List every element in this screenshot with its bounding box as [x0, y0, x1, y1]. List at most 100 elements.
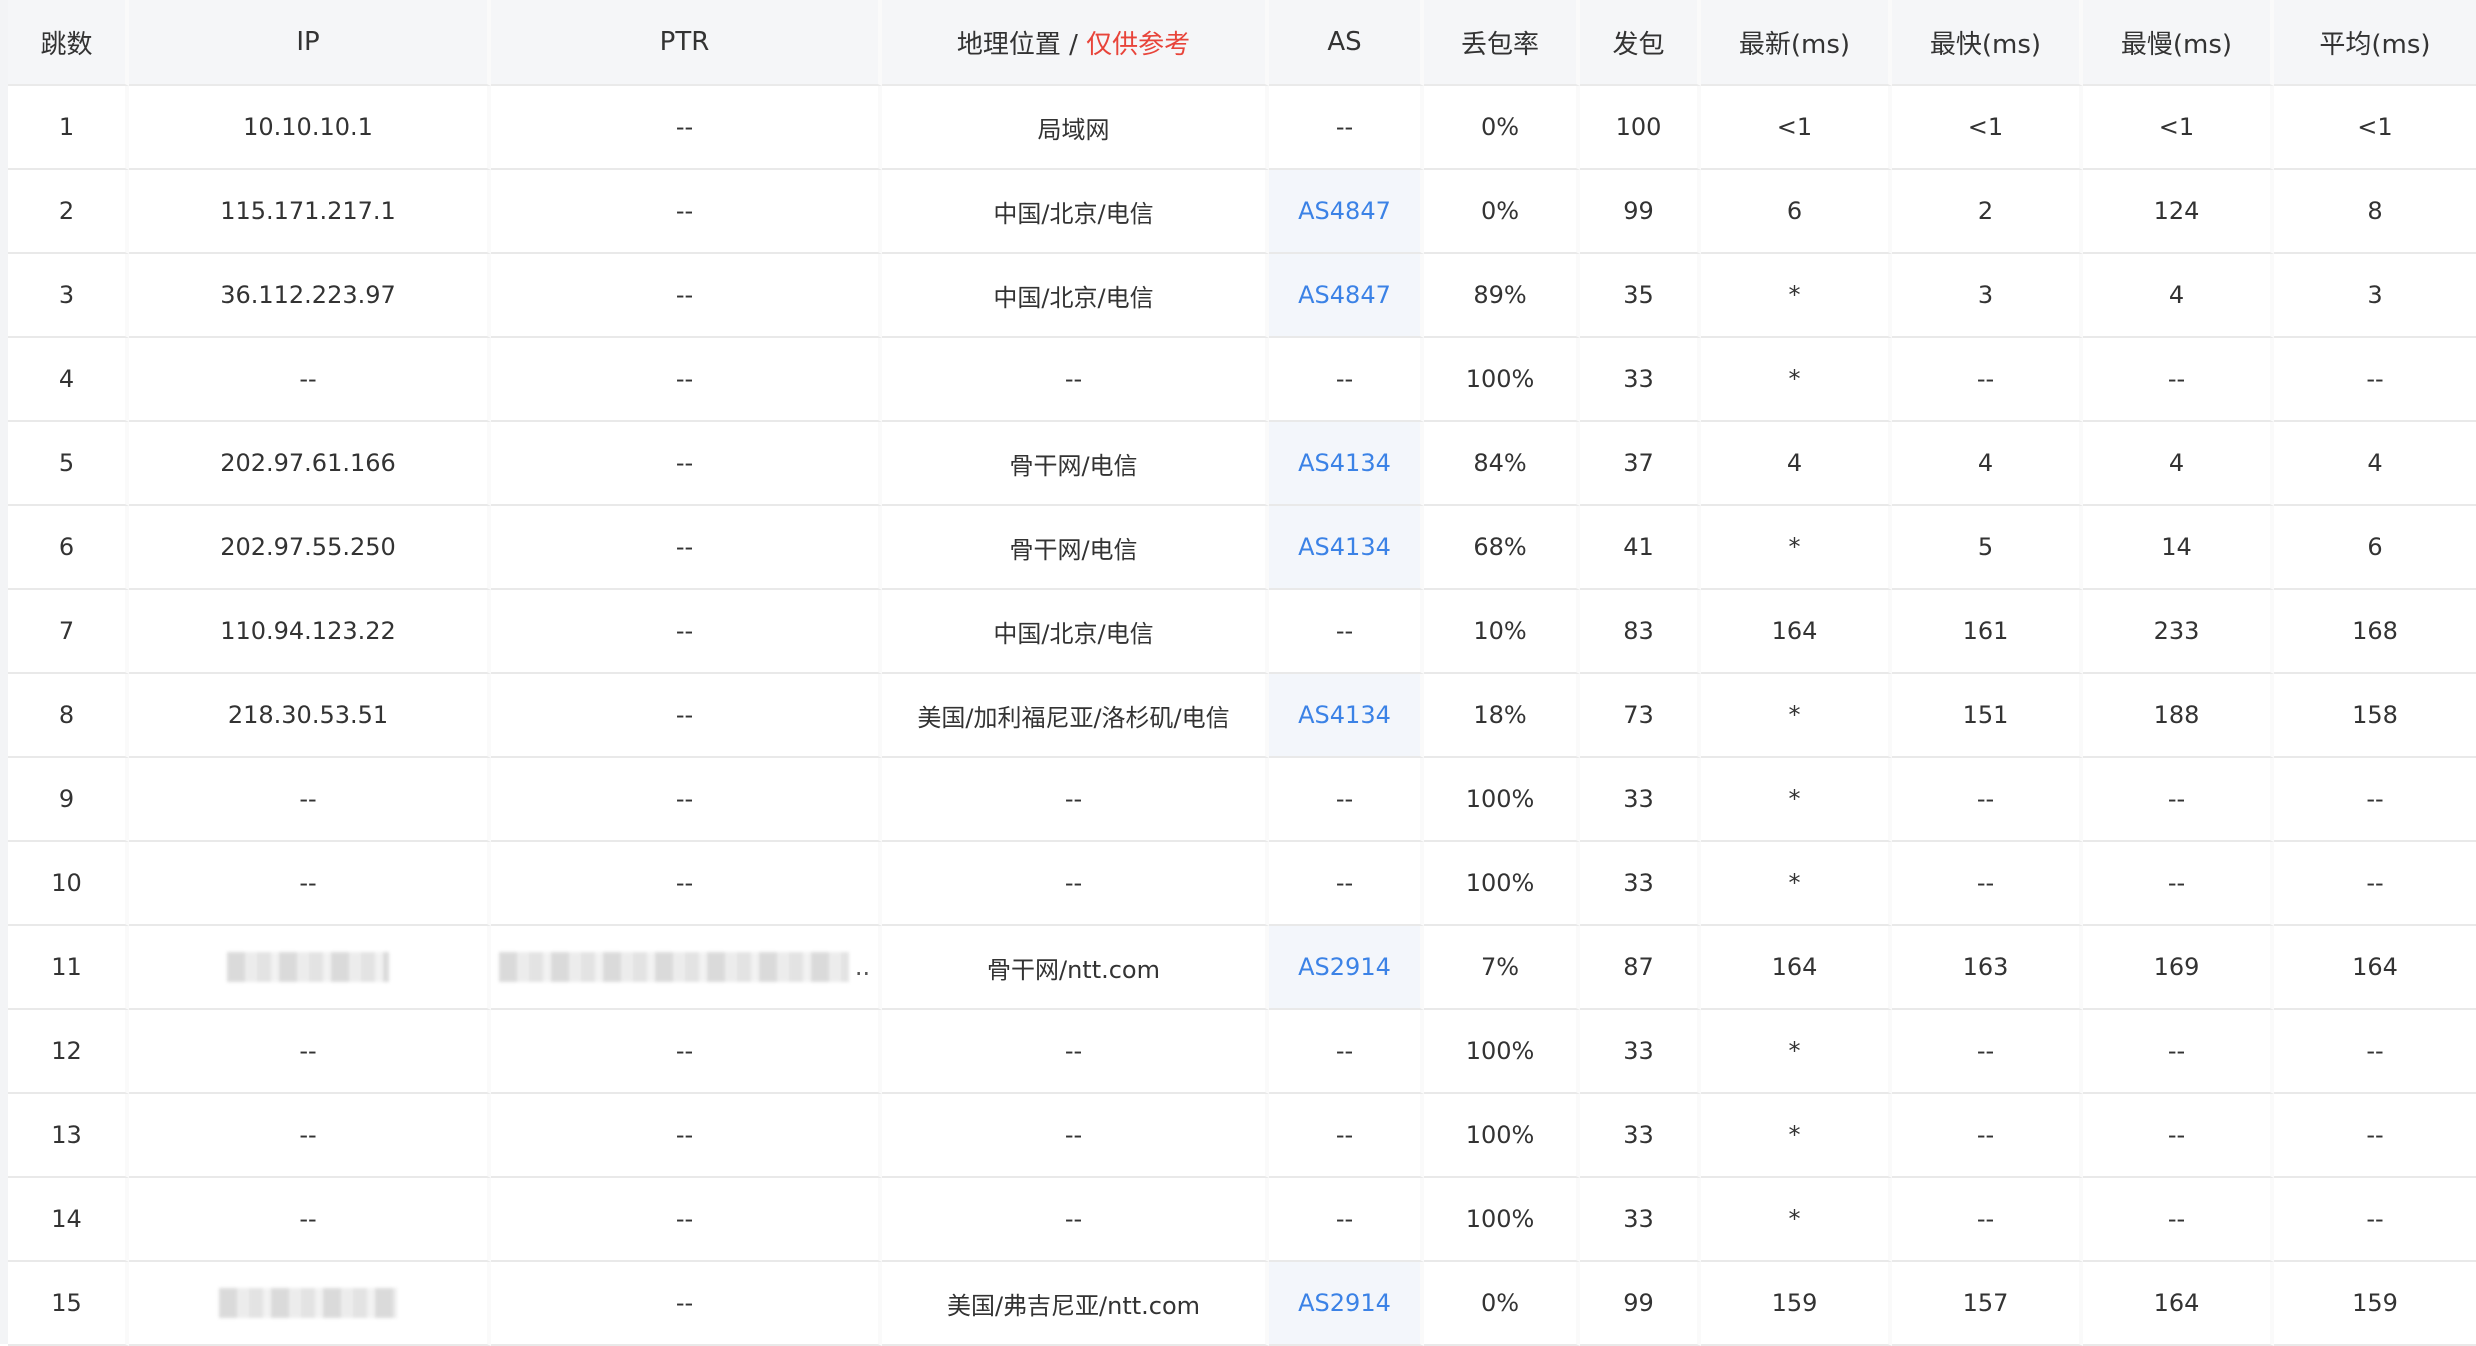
cell-as: -- — [1269, 1178, 1424, 1262]
column-header-loss: 丢包率 — [1424, 0, 1580, 86]
cell-ptr-value: -- — [675, 617, 694, 645]
cell-loss: 18% — [1424, 674, 1580, 758]
cell-sent-value: 41 — [1623, 533, 1654, 561]
cell-avg: -- — [2274, 1094, 2476, 1178]
table-row: 14 -- -- -- -- 100% 33 * -- -- -- — [8, 1178, 2476, 1262]
cell-ptr: -- — [491, 590, 882, 674]
cell-last-value: 4 — [1786, 449, 1803, 477]
cell-loss: 0% — [1424, 86, 1580, 170]
cell-loss: 100% — [1424, 1010, 1580, 1094]
cell-sent: 99 — [1580, 1262, 1701, 1346]
cell-sent-value: 35 — [1623, 281, 1654, 309]
cell-avg: 168 — [2274, 590, 2476, 674]
cell-avg: -- — [2274, 1178, 2476, 1262]
cell-as-value: -- — [1335, 1037, 1354, 1065]
cell-loss: 100% — [1424, 338, 1580, 422]
cell-avg-value: 158 — [2352, 701, 2398, 729]
as-number-link[interactable]: AS4134 — [1298, 533, 1391, 561]
cell-sent: 41 — [1580, 506, 1701, 590]
cell-best-value: -- — [1976, 365, 1995, 393]
cell-sent-value: 100 — [1615, 113, 1662, 141]
cell-avg: <1 — [2274, 86, 2476, 170]
cell-avg: -- — [2274, 1010, 2476, 1094]
cell-ip-value: 10.10.10.1 — [243, 113, 373, 141]
cell-best: 3 — [1892, 254, 2083, 338]
cell-geo-value: 中国/北京/电信 — [993, 283, 1154, 312]
cell-hop-value: 5 — [58, 449, 75, 477]
cell-loss-value: 100% — [1465, 365, 1535, 393]
ptr-truncation: .. — [854, 953, 871, 981]
cell-last-value: * — [1788, 785, 1801, 813]
cell-worst-value: -- — [2167, 365, 2186, 393]
table-row: 3 36.112.223.97 -- 中国/北京/电信 AS4847 89% 35 * 3 4 3 — [8, 254, 2476, 338]
cell-loss-value: 100% — [1465, 785, 1535, 813]
cell-best: -- — [1892, 338, 2083, 422]
as-number-link[interactable]: AS4847 — [1298, 197, 1391, 225]
cell-sent: 33 — [1580, 1178, 1701, 1262]
column-header-label: 平均(ms) — [2319, 29, 2431, 60]
cell-hop: 10 — [8, 842, 129, 926]
column-header-avg: 平均(ms) — [2274, 0, 2476, 86]
as-number-link[interactable]: AS4134 — [1298, 449, 1391, 477]
cell-geo: 骨干网/电信 — [882, 506, 1269, 590]
cell-hop-value: 13 — [51, 1121, 82, 1149]
cell-geo: -- — [882, 1010, 1269, 1094]
column-header-ptr: PTR — [491, 0, 882, 86]
as-number-link[interactable]: AS4847 — [1298, 281, 1391, 309]
column-header-worst: 最慢(ms) — [2083, 0, 2274, 86]
cell-best: 151 — [1892, 674, 2083, 758]
cell-worst: -- — [2083, 758, 2274, 842]
cell-avg-value: 6 — [2367, 533, 2383, 561]
cell-avg-value: 8 — [2367, 197, 2383, 225]
column-header-sent: 发包 — [1580, 0, 1701, 86]
cell-ip: 110.94.123.22 — [129, 590, 491, 674]
cell-ip-value: 115.171.217.1 — [220, 197, 396, 225]
cell-hop-value: 8 — [58, 701, 75, 729]
as-number-link[interactable]: AS2914 — [1298, 953, 1391, 981]
cell-avg-value: 4 — [2367, 449, 2383, 477]
cell-worst-value: -- — [2167, 869, 2186, 897]
cell-loss-value: 100% — [1465, 1121, 1535, 1149]
table-body: 1 10.10.10.1 -- 局域网 -- 0% 100 <1 <1 <1 <1 2 115.171.… — [8, 86, 2476, 1346]
cell-ip-value: 110.94.123.22 — [220, 617, 396, 645]
cell-avg-value: -- — [2366, 1121, 2384, 1149]
cell-ptr: -- — [491, 422, 882, 506]
cell-geo: -- — [882, 1094, 1269, 1178]
cell-loss-value: 7% — [1480, 953, 1520, 981]
cell-hop: 2 — [8, 170, 129, 254]
as-number-link[interactable]: AS4134 — [1298, 701, 1391, 729]
cell-hop: 8 — [8, 674, 129, 758]
cell-as: AS4134 — [1269, 674, 1424, 758]
cell-as: -- — [1269, 758, 1424, 842]
table-header: 跳数 IP PTR 地理位置 / 仅供参考 AS 丢包率 发包 最新(ms) 最快(ms) 最慢(… — [8, 0, 2476, 86]
cell-as: -- — [1269, 86, 1424, 170]
cell-ip: -- — [129, 1094, 491, 1178]
cell-ptr-value: -- — [675, 113, 694, 141]
cell-best: -- — [1892, 1178, 2083, 1262]
cell-worst: 4 — [2083, 254, 2274, 338]
cell-last: 164 — [1701, 590, 1892, 674]
cell-loss: 100% — [1424, 1094, 1580, 1178]
cell-best: <1 — [1892, 86, 2083, 170]
cell-as-value: -- — [1335, 617, 1354, 645]
cell-last-value: * — [1788, 1205, 1801, 1233]
cell-loss: 0% — [1424, 170, 1580, 254]
column-header-label: AS — [1327, 27, 1362, 57]
cell-ip-value: 36.112.223.97 — [220, 281, 396, 309]
cell-ptr: -- — [491, 674, 882, 758]
cell-ptr: -- — [491, 254, 882, 338]
as-number-link[interactable]: AS2914 — [1298, 1289, 1391, 1317]
cell-sent: 33 — [1580, 842, 1701, 926]
cell-best: 5 — [1892, 506, 2083, 590]
cell-loss: 100% — [1424, 842, 1580, 926]
reference-only-note: 仅供参考 — [1086, 29, 1191, 60]
cell-worst: -- — [2083, 1178, 2274, 1262]
cell-ip-value: -- — [299, 1121, 317, 1149]
cell-best-value: 3 — [1977, 281, 1994, 309]
cell-last-value: 164 — [1771, 953, 1818, 981]
cell-last: 6 — [1701, 170, 1892, 254]
cell-ptr-value: -- — [675, 365, 694, 393]
cell-last: * — [1701, 1010, 1892, 1094]
cell-ptr-value: -- — [675, 1205, 694, 1233]
cell-loss: 0% — [1424, 1262, 1580, 1346]
